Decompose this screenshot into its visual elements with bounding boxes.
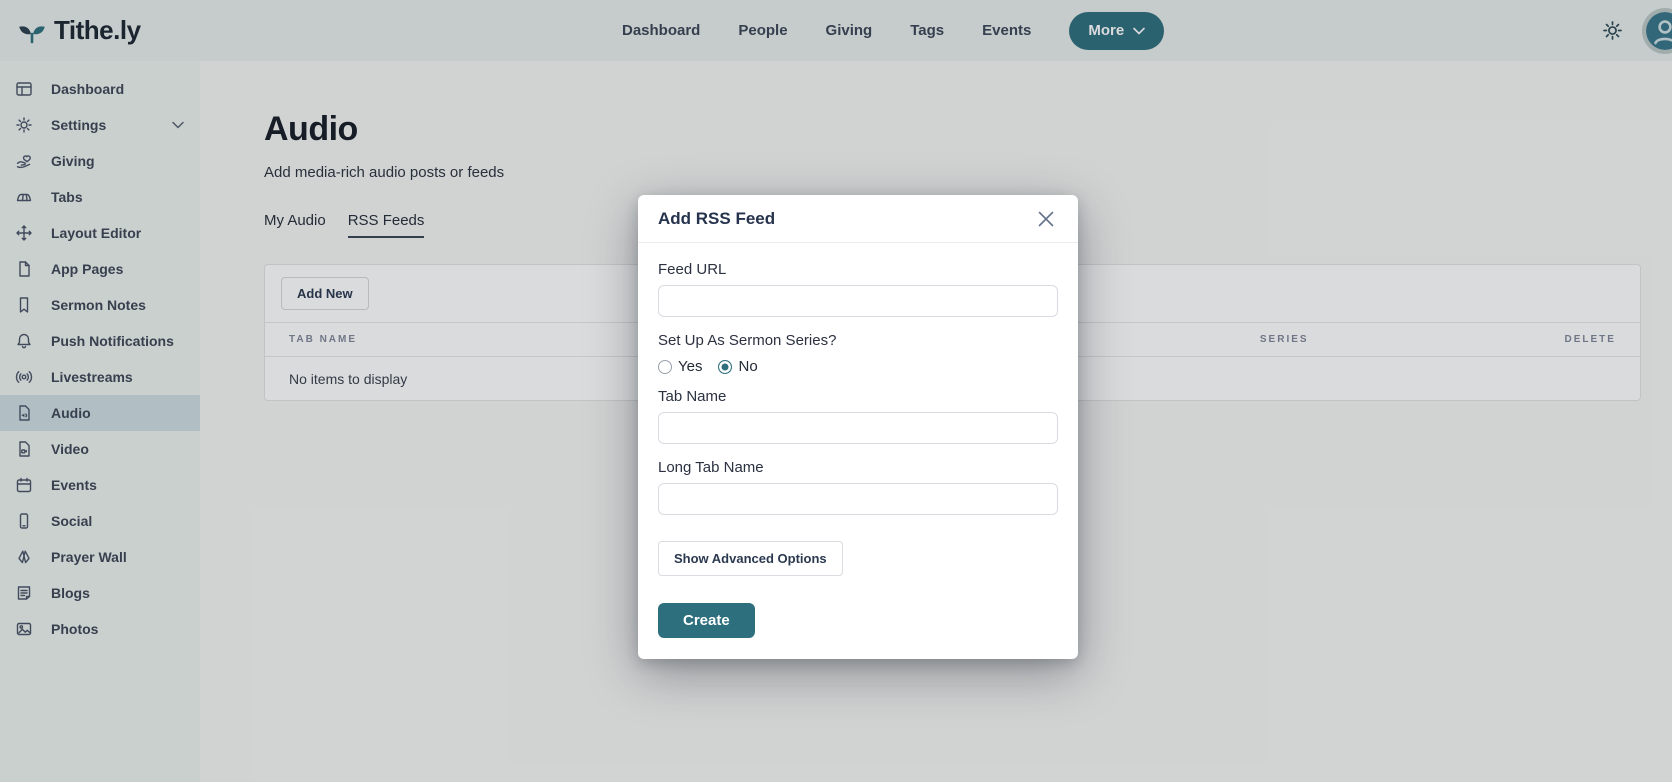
long-tab-name-input[interactable] bbox=[658, 483, 1058, 515]
tab-name-label: Tab Name bbox=[658, 388, 727, 405]
show-advanced-options-button[interactable]: Show Advanced Options bbox=[658, 541, 843, 576]
modal-title: Add RSS Feed bbox=[658, 208, 776, 228]
modal-body: Feed URL Set Up As Sermon Series? Yes No… bbox=[638, 243, 1078, 659]
radio-unchecked-icon bbox=[658, 359, 672, 374]
long-tab-name-label: Long Tab Name bbox=[658, 459, 764, 476]
radio-label: Yes bbox=[678, 358, 703, 375]
tab-name-input[interactable] bbox=[658, 412, 1058, 444]
feed-url-input[interactable] bbox=[658, 285, 1058, 317]
sermon-series-label: Set Up As Sermon Series? bbox=[658, 332, 837, 349]
radio-option-no[interactable]: No bbox=[718, 358, 758, 375]
radio-label: No bbox=[738, 358, 758, 375]
radio-option-yes[interactable]: Yes bbox=[658, 358, 702, 375]
create-button[interactable]: Create bbox=[658, 603, 755, 638]
sermon-series-radio-group: Yes No bbox=[658, 358, 1058, 375]
radio-checked-icon bbox=[718, 359, 733, 374]
close-icon[interactable] bbox=[1036, 209, 1056, 229]
modal-header: Add RSS Feed bbox=[638, 195, 1078, 243]
add-rss-feed-modal: Add RSS Feed Feed URL Set Up As Sermon S… bbox=[638, 195, 1078, 659]
feed-url-label: Feed URL bbox=[658, 261, 727, 278]
app-window: Tithe.ly Dashboard People Giving Tags Ev… bbox=[0, 0, 1672, 782]
